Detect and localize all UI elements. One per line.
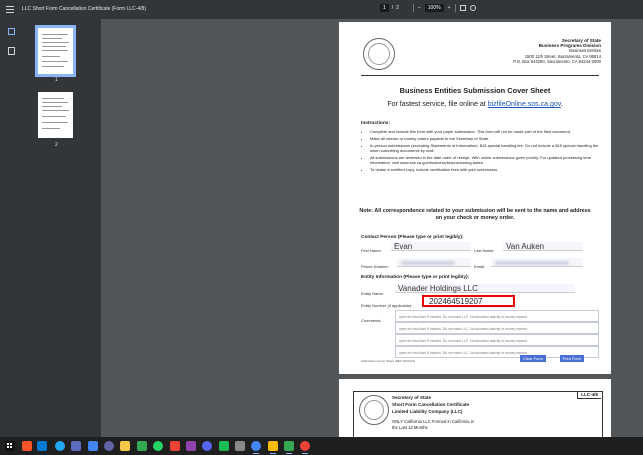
- taskbar-vscode-icon[interactable]: [55, 441, 65, 451]
- taskbar-app-icon[interactable]: [235, 441, 245, 451]
- toolbar-divider: [454, 4, 456, 12]
- fit-page-icon[interactable]: [459, 5, 466, 11]
- page-thumbnail-2[interactable]: [38, 92, 73, 138]
- taskbar-chrome-icon[interactable]: [284, 441, 294, 454]
- email-field[interactable]: [491, 258, 583, 267]
- instruction-item: Complete and include this form with your…: [370, 129, 602, 135]
- instruction-item: In-person submissions (excluding Stateme…: [370, 143, 602, 154]
- zoom-controls: – 100% +: [413, 4, 476, 12]
- thumbnails-icon[interactable]: [8, 28, 15, 35]
- comment-line-3[interactable]: open for less than 6 months. Do not meet…: [395, 334, 599, 346]
- contact-section-heading: Contact Person (Please type or print leg…: [361, 235, 464, 240]
- agency-header: Secretary of State Business Programs Div…: [513, 38, 601, 64]
- last-name-field[interactable]: Van Auken: [503, 242, 583, 251]
- taskbar-teams-icon[interactable]: [104, 441, 114, 451]
- page-indicator: 1 / 2: [380, 4, 399, 12]
- outline-icon[interactable]: [8, 47, 15, 55]
- document-viewport[interactable]: Secretary of State Business Programs Div…: [101, 19, 643, 437]
- taskbar-chrome-icon[interactable]: [300, 441, 310, 454]
- divider: [361, 75, 599, 76]
- entity-number-field[interactable]: 202464519207: [422, 295, 515, 307]
- instruction-item: All submissions are reviewed in the date…: [370, 155, 602, 166]
- instructions-list: Complete and include this form with your…: [363, 129, 602, 175]
- taskbar: [0, 437, 643, 455]
- zoom-in-button[interactable]: +: [448, 5, 451, 11]
- taskbar-app-icon[interactable]: [71, 441, 81, 451]
- page-thumbnail-1[interactable]: [35, 25, 76, 77]
- entity-name-label: Entity Name:: [361, 291, 384, 296]
- side-rail: [0, 19, 23, 437]
- email-label: Email:: [474, 264, 486, 269]
- taskbar-chrome-icon[interactable]: [251, 441, 261, 454]
- taskbar-edge-icon[interactable]: [37, 441, 47, 451]
- taskbar-chrome-icon[interactable]: [268, 441, 278, 454]
- taskbar-chrome-icon[interactable]: [137, 441, 147, 451]
- taskbar-chrome-icon[interactable]: [170, 441, 180, 451]
- thumbnail-label-2: 2: [55, 142, 58, 148]
- rotate-icon[interactable]: [469, 5, 476, 11]
- zoom-level[interactable]: 100%: [424, 4, 444, 12]
- page-total: 2: [396, 5, 399, 11]
- thumbnail-label-1: 1: [55, 77, 58, 83]
- first-name-field[interactable]: Evan: [391, 242, 471, 251]
- correspondence-note: Note: All correspondence related to your…: [359, 208, 591, 221]
- bizfile-link[interactable]: bizfileOnline.sos.ca.gov: [488, 101, 561, 108]
- zoom-out-button[interactable]: –: [418, 5, 421, 11]
- state-seal-icon: [363, 38, 395, 70]
- phone-label: Phone Number:: [361, 264, 390, 269]
- comment-line-1[interactable]: open for less than 6 months. Do not meet…: [395, 310, 599, 322]
- entity-number-label: Entity Number (if applicable):: [361, 303, 413, 308]
- taskbar-spotify-icon[interactable]: [219, 441, 229, 451]
- form-footer: Submission Cover Sheet (REV 2023-04): [361, 359, 415, 363]
- toolbar-divider: [413, 4, 414, 12]
- pdf-page-1: Secretary of State Business Programs Div…: [339, 22, 611, 374]
- page2-subtitle: ONLY California LLC Formed in California…: [392, 419, 475, 430]
- taskbar-whatsapp-icon[interactable]: [153, 441, 163, 451]
- form-heading: Business Entities Submission Cover Sheet: [399, 86, 551, 95]
- pdf-page-2: Secretary of State Short Form Cancellati…: [339, 379, 611, 437]
- clear-form-button[interactable]: Clear Form: [520, 355, 546, 362]
- thumbnail-panel: 1 2: [23, 19, 101, 437]
- instruction-item: Make all checks or money orders payable …: [370, 136, 602, 142]
- online-filing-text: For fastest service, file online at bizf…: [387, 101, 563, 108]
- viewer-toolbar: LLC Short Form Cancellation Certificate …: [0, 0, 643, 19]
- form-border: [353, 391, 603, 437]
- page-number-input[interactable]: 1: [380, 4, 389, 12]
- instructions-heading: Instructions:: [361, 121, 391, 126]
- taskbar-windows-icon[interactable]: [5, 441, 15, 451]
- comment-line-2[interactable]: open for less than 6 months. Do not meet…: [395, 322, 599, 334]
- entity-section-heading: Entity Information (Please type or print…: [361, 275, 470, 280]
- last-name-label: Last Name:: [474, 248, 495, 253]
- entity-name-field[interactable]: Vanader Holdings LLC: [395, 284, 575, 293]
- page2-header: Secretary of State Short Form Cancellati…: [392, 395, 470, 414]
- comments-label: Comments:: [361, 318, 382, 323]
- page-separator: /: [391, 5, 394, 11]
- form-code: LLC-4/8: [577, 391, 601, 399]
- taskbar-file-explorer-icon[interactable]: [120, 441, 130, 451]
- instruction-item: To obtain a certified copy, include cert…: [370, 167, 602, 173]
- taskbar-brave-icon[interactable]: [22, 441, 32, 451]
- first-name-label: First Name:: [361, 248, 382, 253]
- menu-icon[interactable]: [6, 5, 14, 13]
- taskbar-app-icon[interactable]: [186, 441, 196, 451]
- print-form-button[interactable]: Print Form: [560, 355, 584, 362]
- taskbar-chrome-icon[interactable]: [88, 441, 98, 451]
- document-title: LLC Short Form Cancellation Certificate …: [22, 6, 146, 12]
- phone-field[interactable]: [397, 258, 471, 267]
- taskbar-discord-icon[interactable]: [202, 441, 212, 451]
